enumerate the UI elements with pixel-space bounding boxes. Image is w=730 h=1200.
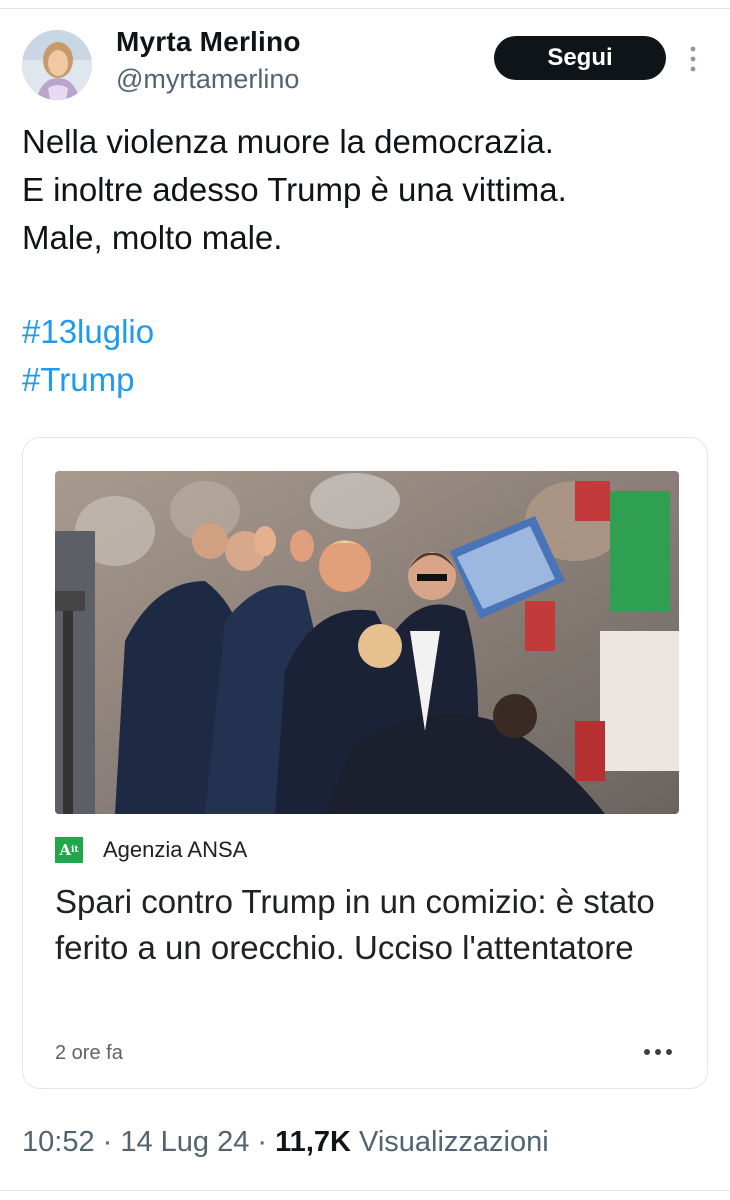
author-name[interactable]: Myrta Merlino bbox=[116, 26, 301, 58]
tweet-line: E inoltre adesso Trump è una vittima. bbox=[22, 171, 567, 208]
link-preview-card[interactable]: Ait Agenzia ANSA Spari contro Trump in u… bbox=[22, 437, 708, 1089]
card-time: 2 ore fa bbox=[55, 1042, 123, 1064]
tweet: Myrta Merlino @myrtamerlino Segui Nella … bbox=[0, 0, 730, 1200]
author-handle[interactable]: @myrtamerlino bbox=[116, 64, 299, 95]
ansa-logo-icon: Ait bbox=[55, 837, 83, 863]
views-label: Visualizzazioni bbox=[350, 1126, 549, 1158]
post-date[interactable]: 14 Lug 24 bbox=[120, 1126, 249, 1158]
news-source: Ait Agenzia ANSA bbox=[55, 836, 247, 864]
news-photo bbox=[55, 471, 679, 814]
tweet-metadata: 10:52 · 14 Lug 24 · 11,7K Visualizzazion… bbox=[22, 1126, 549, 1159]
bottom-divider bbox=[0, 1190, 730, 1191]
more-vertical-icon[interactable] bbox=[683, 44, 703, 74]
card-headline[interactable]: Spari contro Trump in un comizio: è stat… bbox=[55, 879, 685, 971]
tweet-text: Nella violenza muore la democrazia. E in… bbox=[22, 118, 712, 262]
source-name: Agenzia ANSA bbox=[103, 837, 248, 862]
views-count: 11,7K bbox=[275, 1126, 351, 1158]
more-horizontal-icon[interactable] bbox=[641, 1040, 675, 1064]
hashtag-link[interactable]: #13luglio bbox=[22, 308, 154, 356]
hashtags: #13luglio #Trump bbox=[22, 308, 154, 404]
separator: · bbox=[249, 1126, 276, 1158]
follow-button[interactable]: Segui bbox=[494, 36, 666, 80]
tweet-line: Nella violenza muore la democrazia. bbox=[22, 123, 554, 160]
avatar-image bbox=[22, 30, 92, 100]
separator: · bbox=[94, 1126, 121, 1158]
hashtag-link[interactable]: #Trump bbox=[22, 356, 154, 404]
avatar[interactable] bbox=[22, 30, 92, 100]
tweet-line: Male, molto male. bbox=[22, 219, 283, 256]
top-divider bbox=[0, 0, 730, 9]
post-time[interactable]: 10:52 bbox=[22, 1126, 95, 1158]
